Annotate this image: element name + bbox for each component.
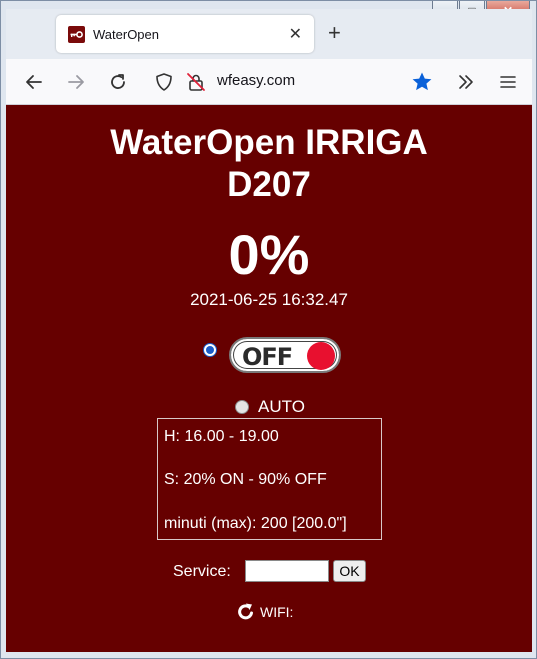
arrow-left-icon (26, 75, 42, 89)
schedule-percentages: S: 20% ON - 90% OFF (164, 471, 327, 488)
title-line-2: D207 (227, 165, 311, 204)
auto-mode-radio[interactable] (235, 400, 249, 414)
shield-icon (156, 73, 172, 91)
forward-button[interactable] (64, 70, 88, 94)
wifi-label: WIFI: (260, 604, 294, 620)
reload-button[interactable] (106, 70, 130, 94)
auto-mode-label: AUTO (258, 397, 305, 416)
schedule-info-box: H: 16.00 - 19.00 S: 20% ON - 90% OFF min… (157, 418, 382, 540)
toggle-state-label: OFF (242, 343, 293, 371)
hours-range: H: 16.00 - 19.00 (164, 428, 279, 445)
site-security-button[interactable] (184, 70, 208, 94)
hamburger-menu-icon (500, 76, 516, 88)
new-tab-button[interactable]: + (328, 22, 341, 44)
url-field[interactable]: wfeasy.com (217, 72, 295, 89)
reload-icon (111, 74, 125, 89)
arrow-right-icon (68, 75, 84, 89)
manual-mode-radio[interactable] (203, 343, 217, 357)
tracking-protection-button[interactable] (152, 70, 176, 94)
tab-strip: WaterOpen ✕ + (6, 9, 532, 59)
timestamp: 2021-06-25 16:32.47 (190, 290, 348, 309)
toggle-knob (307, 342, 335, 370)
page-content: WaterOpen IRRIGA D207 0% 2021-06-25 16:3… (6, 105, 532, 652)
ok-button[interactable]: OK (333, 560, 366, 582)
service-row: Service: OK (6, 559, 532, 585)
navigation-bar: wfeasy.com (6, 59, 532, 105)
tab-close-icon[interactable]: ✕ (289, 24, 302, 44)
tab-title: WaterOpen (93, 26, 159, 42)
on-off-toggle[interactable]: OFF (229, 337, 341, 373)
overflow-menu-button[interactable] (454, 70, 478, 94)
insecure-lock-icon (187, 73, 205, 91)
tab-wateropen[interactable]: WaterOpen ✕ (56, 15, 314, 53)
app-menu-button[interactable] (496, 70, 520, 94)
refresh-icon[interactable] (236, 602, 256, 622)
site-favicon-icon (68, 25, 85, 43)
page-title: WaterOpen IRRIGA D207 (6, 122, 532, 206)
star-icon (412, 72, 432, 91)
service-input[interactable] (245, 560, 329, 582)
back-button[interactable] (22, 70, 46, 94)
chevron-double-right-icon (459, 75, 473, 89)
progress-percent: 0% (228, 223, 310, 286)
browser-window: – □ ✕ WaterOpen ✕ + (0, 0, 537, 659)
max-minutes: minuti (max): 200 [200.0"] (164, 515, 347, 532)
bookmark-button[interactable] (410, 70, 434, 94)
service-label: Service: (173, 563, 231, 580)
title-line-1: WaterOpen IRRIGA (110, 123, 428, 162)
